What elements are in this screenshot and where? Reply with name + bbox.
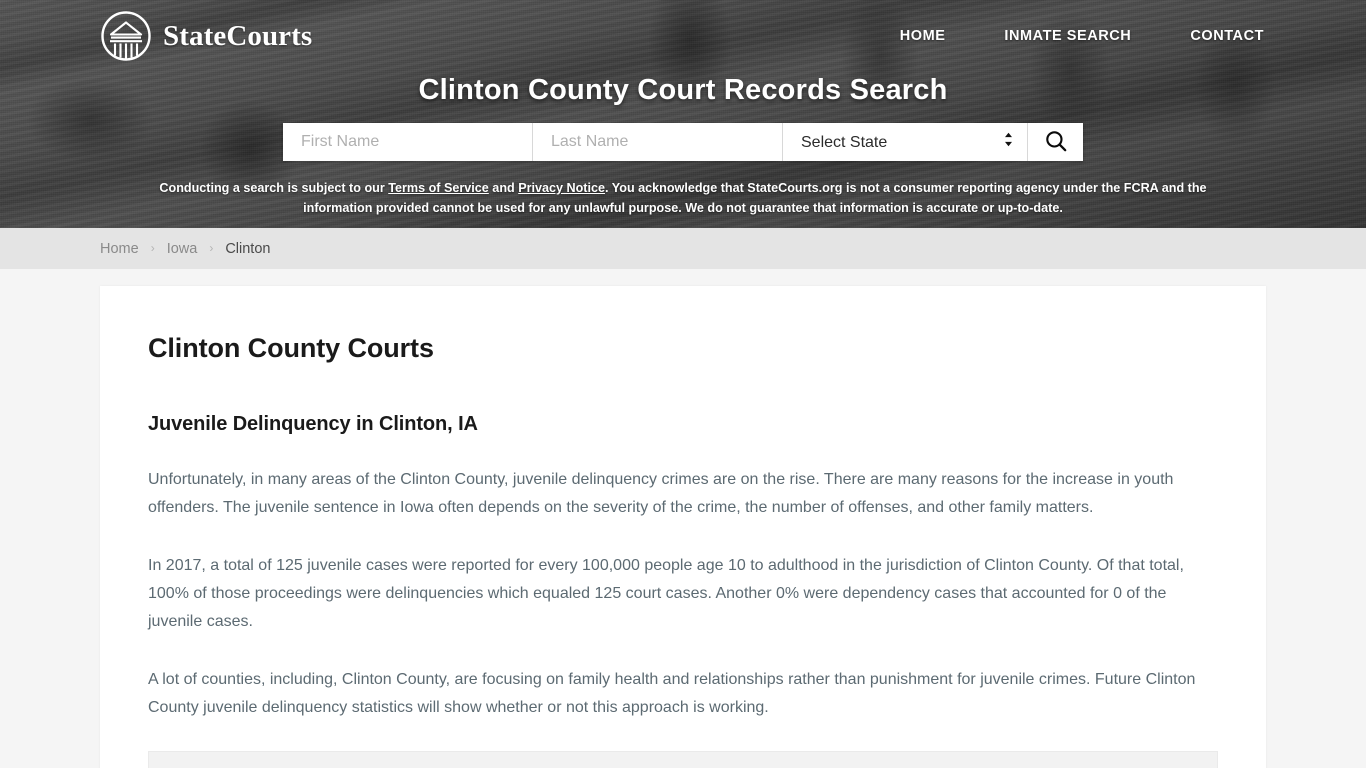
- content-subpanel: [148, 751, 1218, 768]
- hero-title: Clinton County Court Records Search: [418, 74, 948, 106]
- page-body: Clinton County Courts Juvenile Delinquen…: [0, 269, 1366, 768]
- section-heading-juvenile-delinquency: Juvenile Delinquency in Clinton, IA: [148, 413, 478, 435]
- breadcrumb-separator-icon: ›: [150, 240, 155, 255]
- paragraph-1: Unfortunately, in many areas of the Clin…: [148, 471, 1174, 516]
- page-title: Clinton County Courts: [148, 333, 434, 363]
- paragraph-3: A lot of counties, including, Clinton Co…: [148, 671, 1196, 716]
- search-disclaimer: Conducting a search is subject to our Te…: [128, 178, 1238, 219]
- courthouse-circle-icon: [100, 10, 152, 62]
- main-navigation: HOME INMATE SEARCH CONTACT: [900, 28, 1266, 44]
- hero-header: StateCourts HOME INMATE SEARCH CONTACT C…: [0, 0, 1366, 228]
- top-bar: StateCourts HOME INMATE SEARCH CONTACT: [0, 0, 1366, 72]
- content-card: Clinton County Courts Juvenile Delinquen…: [100, 286, 1266, 768]
- breadcrumb-separator-icon: ›: [209, 240, 214, 255]
- record-search-form: Select State: [283, 123, 1083, 161]
- disclaimer-text-part1: Conducting a search is subject to our: [159, 181, 389, 195]
- terms-of-service-link[interactable]: Terms of Service: [388, 181, 489, 195]
- search-submit-button[interactable]: [1027, 123, 1083, 161]
- state-select[interactable]: Select State: [783, 123, 1027, 161]
- first-name-input[interactable]: [283, 123, 533, 161]
- search-icon: [1044, 129, 1068, 156]
- brand-logo-link[interactable]: StateCourts: [100, 10, 312, 62]
- breadcrumb-item-clinton: Clinton: [225, 240, 271, 257]
- last-name-input[interactable]: [533, 123, 783, 161]
- paragraph-2: In 2017, a total of 125 juvenile cases w…: [148, 557, 1184, 630]
- disclaimer-text-part2: and: [488, 181, 519, 195]
- breadcrumb-item-iowa[interactable]: Iowa: [167, 241, 198, 257]
- nav-item-contact[interactable]: CONTACT: [1190, 28, 1264, 44]
- privacy-notice-link[interactable]: Privacy Notice: [518, 181, 605, 195]
- nav-item-home[interactable]: HOME: [900, 28, 946, 44]
- state-select-wrapper: Select State: [783, 123, 1027, 161]
- breadcrumb: Home › Iowa › Clinton: [0, 228, 1366, 269]
- breadcrumb-item-home[interactable]: Home: [100, 241, 139, 257]
- brand-name: StateCourts: [163, 19, 313, 52]
- nav-item-inmate-search[interactable]: INMATE SEARCH: [1004, 28, 1131, 44]
